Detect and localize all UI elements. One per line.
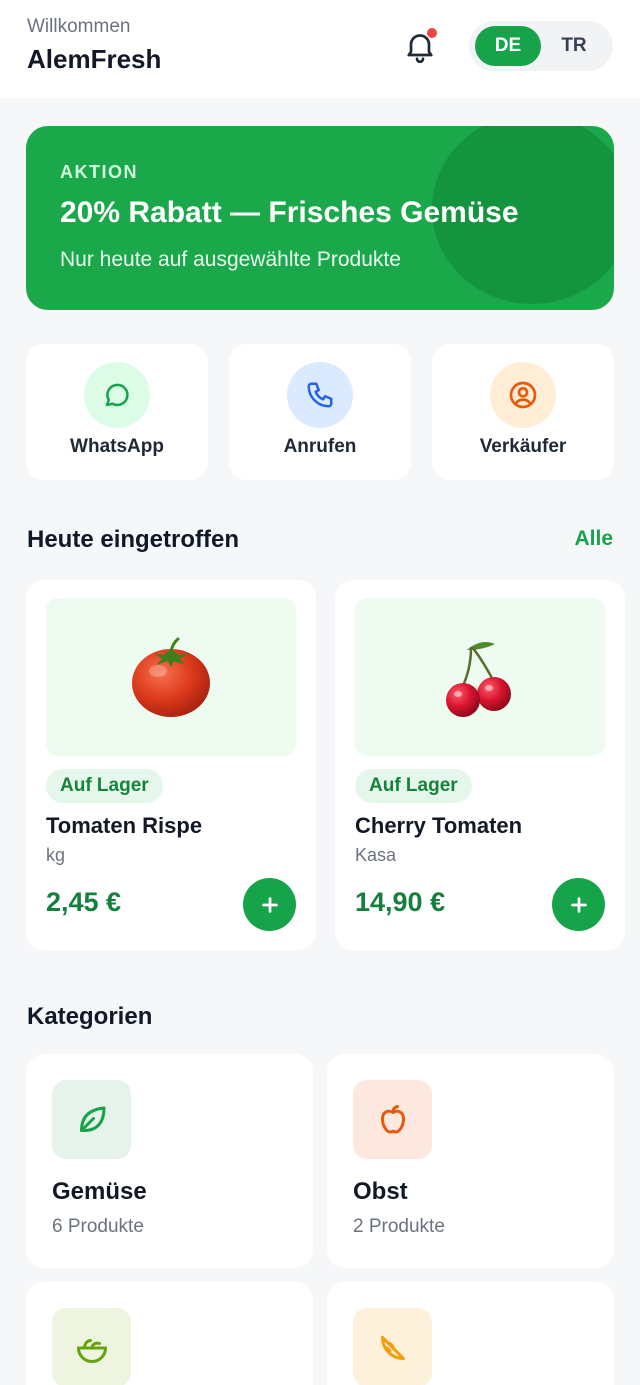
seller-icon-circle: [490, 362, 556, 428]
category-card-obst[interactable]: Obst 2 Produkte: [327, 1054, 614, 1268]
chat-bubble-icon: [105, 383, 129, 407]
see-all-link[interactable]: Alle: [574, 527, 613, 551]
whatsapp-label: WhatsApp: [70, 436, 164, 457]
seller-button[interactable]: Verkäufer: [432, 344, 614, 480]
call-button[interactable]: Anrufen: [229, 344, 411, 480]
category-count: 2 Produkte: [353, 1216, 445, 1237]
salad-bowl-icon: [76, 1338, 107, 1363]
product-card[interactable]: Auf Lager Tomaten Rispe kg 2,45 €: [26, 580, 316, 950]
category-name: Obst: [353, 1178, 408, 1205]
category-name: Gemüse: [52, 1178, 147, 1205]
cherry-image: [446, 642, 511, 717]
seller-label: Verkäufer: [479, 436, 567, 457]
plus-icon: [570, 896, 587, 913]
stock-badge: Auf Lager: [46, 769, 163, 803]
phone-icon: [307, 382, 333, 408]
category-card[interactable]: [26, 1282, 313, 1385]
user-circle-icon: [509, 381, 537, 409]
promo-subtitle: Nur heute auf ausgewählte Produkte: [60, 248, 401, 271]
category-card-gemuese[interactable]: Gemüse 6 Produkte: [26, 1054, 313, 1268]
arrivals-title: Heute eingetroffen: [27, 526, 240, 553]
category-icon-box: [353, 1308, 432, 1385]
product-image: [46, 598, 296, 756]
promo-title: 20% Rabatt — Frisches Gemüse: [60, 196, 519, 229]
language-switch: DE TR: [469, 21, 613, 71]
stock-badge: Auf Lager: [355, 769, 472, 803]
language-de-button[interactable]: DE: [475, 26, 541, 66]
product-unit: kg: [46, 845, 66, 865]
category-count: 6 Produkte: [52, 1216, 144, 1237]
whatsapp-icon-circle: [84, 362, 150, 428]
category-icon-box: [52, 1308, 131, 1385]
category-icon-box: [52, 1080, 131, 1159]
app-header: Willkommen AlemFresh DE TR: [0, 0, 640, 98]
add-to-cart-button[interactable]: [552, 878, 605, 931]
category-card[interactable]: [327, 1282, 614, 1385]
product-name: Cherry Tomaten: [355, 813, 523, 838]
brand-name: AlemFresh: [27, 44, 162, 74]
product-price: 14,90 €: [355, 887, 446, 917]
product-image: [355, 598, 605, 756]
product-price: 2,45 €: [46, 887, 122, 917]
plus-icon: [261, 896, 278, 913]
whatsapp-button[interactable]: WhatsApp: [26, 344, 208, 480]
promo-tag: AKTION: [60, 162, 138, 182]
leaf-icon: [79, 1106, 105, 1132]
call-label: Anrufen: [283, 436, 357, 457]
categories-title: Kategorien: [27, 1003, 153, 1030]
product-unit: Kasa: [355, 845, 397, 865]
apple-icon: [380, 1104, 405, 1133]
add-to-cart-button[interactable]: [243, 878, 296, 931]
category-icon-box: [353, 1080, 432, 1159]
tomato-image: [132, 637, 210, 717]
product-name: Tomaten Rispe: [46, 813, 203, 838]
language-tr-button[interactable]: TR: [541, 26, 607, 66]
call-icon-circle: [287, 362, 353, 428]
notification-dot: [427, 28, 437, 38]
welcome-text: Willkommen: [27, 16, 131, 37]
product-card[interactable]: Auf Lager Cherry Tomaten Kasa 14,90 €: [335, 580, 625, 950]
citrus-slice-icon: [380, 1335, 405, 1360]
notifications-button[interactable]: [400, 26, 440, 66]
promo-banner[interactable]: AKTION 20% Rabatt — Frisches Gemüse Nur …: [26, 126, 614, 310]
